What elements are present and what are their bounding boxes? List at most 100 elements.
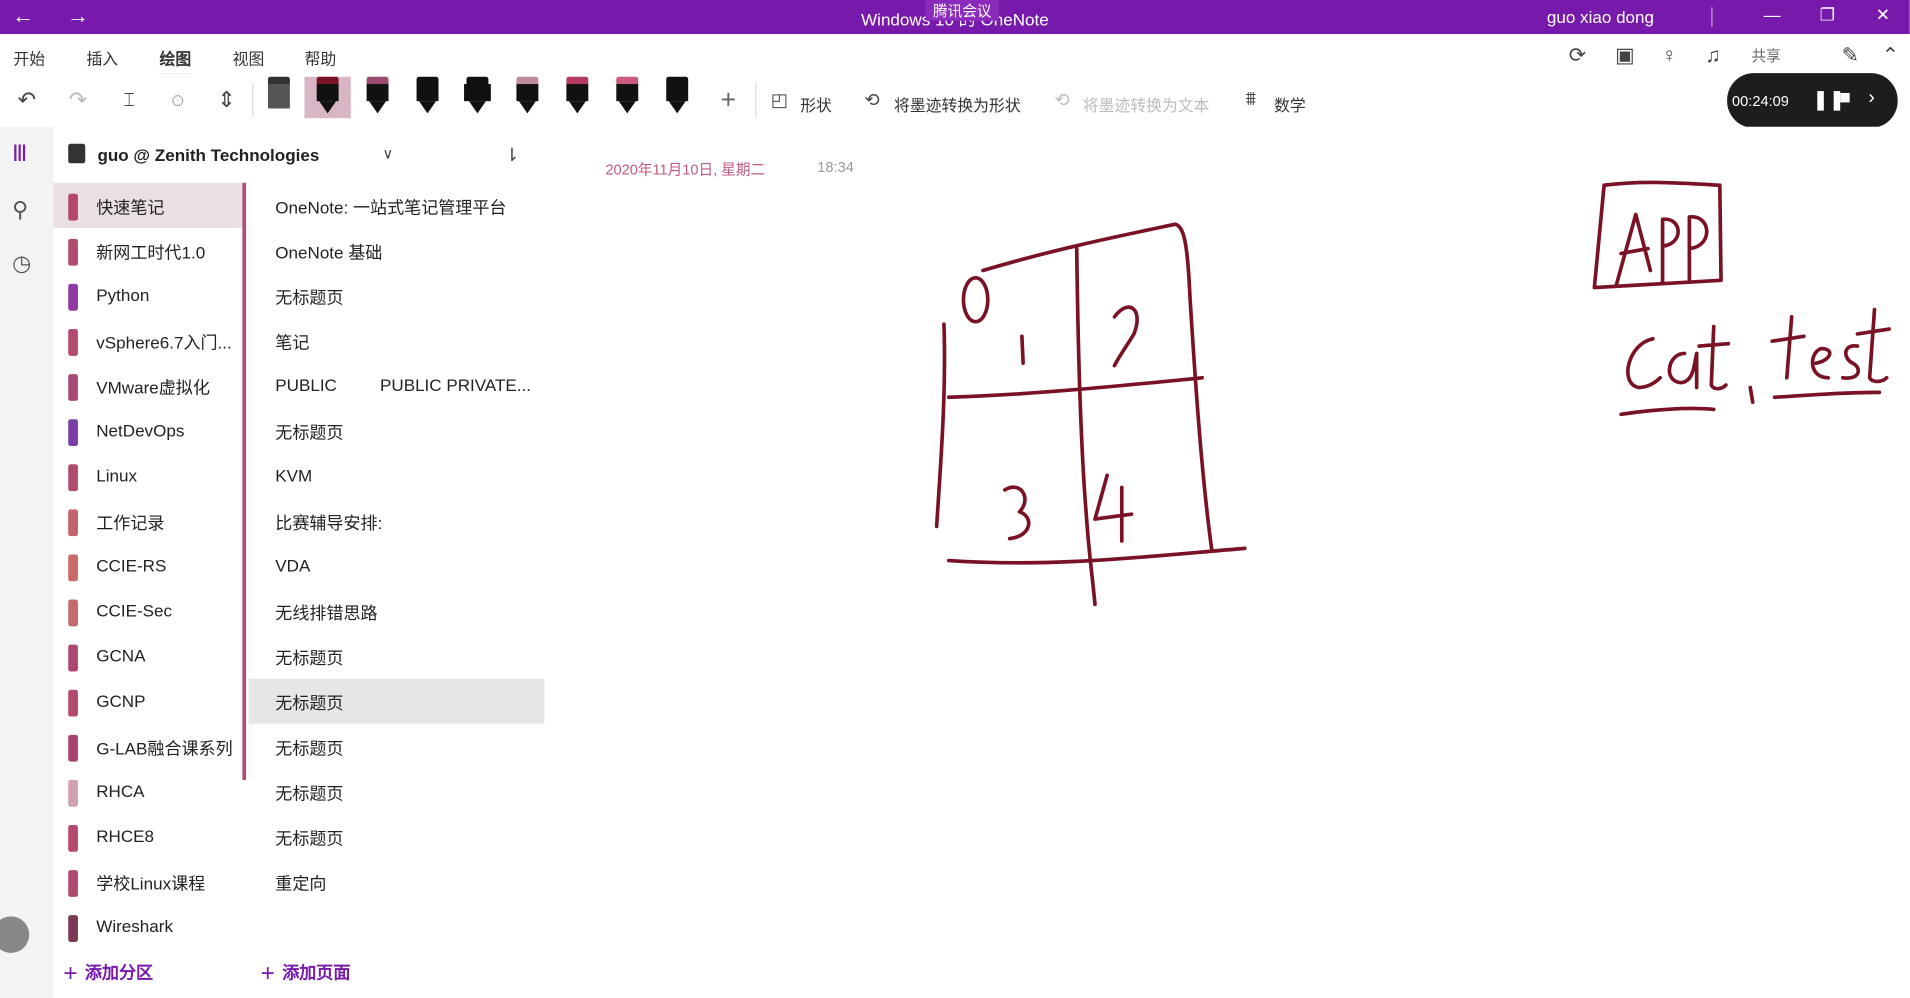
eraser-tool-icon[interactable] bbox=[264, 76, 293, 118]
add-section-button[interactable]: + 添加分区 bbox=[63, 958, 153, 987]
notebook-header: guo @ Zenith Technologies ∨ ⇂ bbox=[53, 126, 541, 181]
page-item[interactable]: 无标题页 bbox=[248, 769, 544, 814]
minimize-icon[interactable]: — bbox=[1764, 5, 1781, 24]
page-label: KVM bbox=[275, 465, 313, 486]
sort-icon[interactable]: ⇂ bbox=[504, 144, 519, 166]
section-item[interactable]: RHCE8 bbox=[54, 814, 244, 859]
math-button[interactable]: 数学 bbox=[1274, 93, 1306, 116]
ink-to-text-icon[interactable]: ⟲ bbox=[1047, 80, 1076, 119]
search-icon[interactable]: ⚲ bbox=[12, 197, 28, 223]
math-icon[interactable]: ⩩ bbox=[1236, 80, 1265, 119]
tab-home[interactable]: 开始 bbox=[13, 46, 45, 69]
ink-letters-app bbox=[1687, 215, 1709, 283]
section-item[interactable]: Linux bbox=[54, 453, 244, 498]
ink-underline bbox=[1772, 390, 1882, 400]
section-item[interactable]: Python bbox=[54, 273, 244, 318]
section-color-tab bbox=[68, 419, 78, 447]
page-label: 无标题页 bbox=[275, 828, 344, 849]
pen-tool-icon[interactable] bbox=[613, 76, 642, 118]
pen-tool-icon[interactable] bbox=[663, 76, 692, 118]
ink-to-shape-icon[interactable]: ⟲ bbox=[857, 80, 886, 119]
section-item[interactable]: CCIE-Sec bbox=[54, 589, 244, 634]
page-item[interactable]: 无线排错思路 bbox=[248, 589, 544, 634]
sections-scrollbar[interactable] bbox=[242, 182, 247, 780]
page-item[interactable]: 无标题页 bbox=[248, 814, 544, 859]
page-label: 无标题页 bbox=[275, 693, 344, 713]
pen-tool-icon[interactable] bbox=[363, 76, 392, 118]
section-color-tab bbox=[68, 329, 78, 356]
ink-letters-test bbox=[1841, 344, 1861, 380]
add-pen-icon[interactable]: + bbox=[711, 80, 745, 119]
section-item[interactable]: 快速笔记 bbox=[53, 182, 244, 228]
selected-pen-icon[interactable] bbox=[304, 76, 351, 119]
undo-icon[interactable]: ↶ bbox=[10, 80, 44, 119]
section-item[interactable]: GCNA bbox=[54, 634, 244, 679]
ink-to-text-button[interactable]: 将墨迹转换为文本 bbox=[1083, 93, 1210, 116]
section-item[interactable]: vSphere6.7入门... bbox=[54, 318, 244, 363]
lasso-select-icon[interactable]: ◌ bbox=[161, 80, 195, 119]
chevron-up-icon[interactable]: ⌃ bbox=[1882, 44, 1899, 68]
section-label: 工作记录 bbox=[96, 513, 165, 533]
stop-icon[interactable]: ■ bbox=[1839, 88, 1851, 110]
section-item[interactable]: VMware虚拟化 bbox=[54, 363, 244, 408]
section-item[interactable]: 学校Linux课程 bbox=[54, 859, 244, 904]
notebook-icon bbox=[68, 143, 86, 164]
chevron-right-icon[interactable]: › bbox=[1868, 88, 1874, 110]
type-select-icon[interactable]: ⌶ bbox=[112, 80, 146, 119]
page-item[interactable]: 无标题页 bbox=[248, 273, 544, 318]
highlighter-tool-icon[interactable] bbox=[463, 76, 492, 118]
user-name[interactable]: guo xiao dong bbox=[1547, 7, 1654, 26]
meeting-overlay-label: 腾讯会议 bbox=[925, 0, 999, 21]
tab-draw[interactable]: 绘图 bbox=[159, 46, 192, 76]
section-color-tab bbox=[68, 283, 78, 311]
notebooks-icon[interactable]: Ⅲ bbox=[12, 141, 27, 167]
page-item[interactable]: VDA bbox=[248, 543, 544, 588]
section-item[interactable]: GCNP bbox=[54, 679, 244, 724]
tab-help[interactable]: 帮助 bbox=[305, 46, 337, 69]
ink-to-shape-button[interactable]: 将墨迹转换为形状 bbox=[894, 93, 1021, 116]
pen-tool-icon[interactable] bbox=[413, 76, 442, 118]
page-item[interactable]: 无标题页 bbox=[248, 678, 545, 724]
pen-icon[interactable]: ✎ bbox=[1842, 44, 1859, 68]
restore-icon[interactable]: ❐ bbox=[1820, 5, 1835, 26]
section-item[interactable]: CCIE-RS bbox=[54, 543, 244, 588]
bell-icon[interactable]: ♫ bbox=[1705, 44, 1721, 68]
section-item[interactable]: 工作记录 bbox=[54, 498, 244, 543]
close-icon[interactable]: ✕ bbox=[1876, 5, 1890, 26]
lightbulb-icon[interactable]: ♀ bbox=[1661, 44, 1677, 68]
page-item[interactable]: 重定向 bbox=[248, 859, 544, 904]
page-item[interactable]: OneNote: 一站式笔记管理平台 bbox=[248, 183, 544, 228]
tab-insert[interactable]: 插入 bbox=[86, 46, 118, 69]
shapes-icon[interactable]: ◰ bbox=[765, 80, 794, 119]
share-button[interactable]: 共享 bbox=[1751, 45, 1780, 66]
draw-ribbon: ↶ ↷ ⌶ ◌ ⇕ + ◰ 形状 ⟲ 将墨迹转换为形状 ⟲ 将墨迹转换为文本 ⩩… bbox=[0, 73, 1910, 127]
shapes-button[interactable]: 形状 bbox=[800, 93, 832, 116]
page-item[interactable]: 笔记 bbox=[248, 318, 544, 363]
tab-view[interactable]: 视图 bbox=[233, 46, 265, 69]
page-item[interactable]: KVM bbox=[248, 453, 544, 498]
sync-icon[interactable]: ⟳ bbox=[1569, 44, 1586, 68]
page-item[interactable]: 比赛辅导安排: bbox=[248, 498, 544, 543]
section-item[interactable]: G-LAB融合课系列 bbox=[54, 724, 244, 769]
section-item[interactable]: Wireshark bbox=[54, 904, 244, 949]
section-item[interactable]: RHCA bbox=[54, 769, 244, 814]
page-item[interactable]: 无标题页 bbox=[248, 408, 544, 453]
chevron-down-icon[interactable]: ∨ bbox=[382, 145, 393, 162]
pen-tool-icon[interactable] bbox=[563, 76, 592, 118]
section-item[interactable]: 新网工时代1.0 bbox=[54, 228, 244, 273]
feedback-icon[interactable] bbox=[0, 916, 30, 953]
add-page-button[interactable]: + 添加页面 bbox=[261, 958, 351, 987]
notebook-icon[interactable]: ▣ bbox=[1615, 44, 1635, 68]
page-item[interactable]: 无标题页 bbox=[248, 724, 544, 769]
notebook-name[interactable]: guo @ Zenith Technologies bbox=[97, 145, 319, 164]
page-item[interactable]: PUBLIC PUBLIC PRIVATE... bbox=[248, 363, 544, 408]
page-item[interactable]: 无标题页 bbox=[248, 634, 544, 679]
page-item[interactable]: OneNote 基础 bbox=[248, 228, 544, 273]
sections-list: 快速笔记 新网工时代1.0 Python vSphere6.7入门... VMware虚… bbox=[53, 182, 249, 963]
redo-icon[interactable]: ↷ bbox=[61, 80, 95, 119]
page-canvas[interactable]: 2020年11月10日, 星期二 18:34 bbox=[544, 126, 1910, 998]
recent-icon[interactable]: ◷ bbox=[12, 251, 31, 277]
pen-tool-icon[interactable] bbox=[513, 76, 542, 118]
space-insert-icon[interactable]: ⇕ bbox=[209, 80, 243, 119]
section-item[interactable]: NetDevOps bbox=[54, 408, 244, 453]
